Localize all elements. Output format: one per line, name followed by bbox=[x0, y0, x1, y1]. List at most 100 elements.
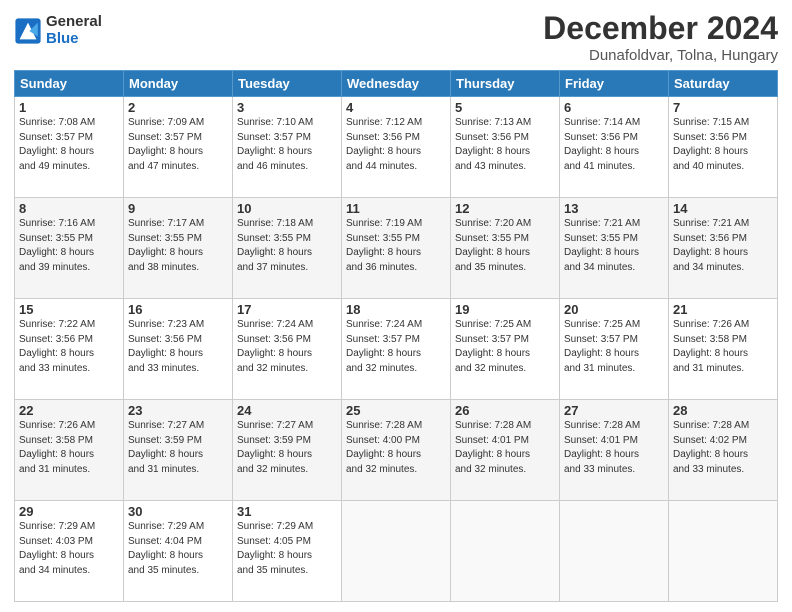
day-number: 9 bbox=[128, 201, 228, 216]
column-header-wednesday: Wednesday bbox=[342, 71, 451, 97]
calendar-header: SundayMondayTuesdayWednesdayThursdayFrid… bbox=[15, 71, 778, 97]
day-number: 31 bbox=[237, 504, 337, 519]
day-info: Sunrise: 7:09 AM Sunset: 3:57 PM Dayligh… bbox=[128, 116, 228, 174]
calendar-cell: 27Sunrise: 7:28 AM Sunset: 4:01 PM Dayli… bbox=[560, 400, 669, 501]
calendar-cell: 14Sunrise: 7:21 AM Sunset: 3:56 PM Dayli… bbox=[669, 198, 778, 299]
calendar-cell: 15Sunrise: 7:22 AM Sunset: 3:56 PM Dayli… bbox=[15, 299, 124, 400]
calendar-cell: 1Sunrise: 7:08 AM Sunset: 3:57 PM Daylig… bbox=[15, 97, 124, 198]
page-container: General Blue December 2024 Dunafoldvar, … bbox=[0, 0, 792, 612]
day-info: Sunrise: 7:25 AM Sunset: 3:57 PM Dayligh… bbox=[455, 318, 555, 376]
day-number: 30 bbox=[128, 504, 228, 519]
day-number: 28 bbox=[673, 403, 773, 418]
day-number: 15 bbox=[19, 302, 119, 317]
day-info: Sunrise: 7:10 AM Sunset: 3:57 PM Dayligh… bbox=[237, 116, 337, 174]
logo-text: General Blue bbox=[46, 14, 102, 47]
column-header-saturday: Saturday bbox=[669, 71, 778, 97]
day-number: 27 bbox=[564, 403, 664, 418]
page-title: December 2024 bbox=[543, 10, 778, 47]
day-info: Sunrise: 7:20 AM Sunset: 3:55 PM Dayligh… bbox=[455, 217, 555, 275]
day-info: Sunrise: 7:28 AM Sunset: 4:01 PM Dayligh… bbox=[564, 419, 664, 477]
day-number: 12 bbox=[455, 201, 555, 216]
day-number: 13 bbox=[564, 201, 664, 216]
day-number: 17 bbox=[237, 302, 337, 317]
day-info: Sunrise: 7:29 AM Sunset: 4:03 PM Dayligh… bbox=[19, 520, 119, 578]
day-info: Sunrise: 7:16 AM Sunset: 3:55 PM Dayligh… bbox=[19, 217, 119, 275]
calendar-cell: 3Sunrise: 7:10 AM Sunset: 3:57 PM Daylig… bbox=[233, 97, 342, 198]
day-number: 10 bbox=[237, 201, 337, 216]
calendar-cell: 25Sunrise: 7:28 AM Sunset: 4:00 PM Dayli… bbox=[342, 400, 451, 501]
day-number: 19 bbox=[455, 302, 555, 317]
day-info: Sunrise: 7:19 AM Sunset: 3:55 PM Dayligh… bbox=[346, 217, 446, 275]
day-info: Sunrise: 7:21 AM Sunset: 3:56 PM Dayligh… bbox=[673, 217, 773, 275]
calendar-cell bbox=[451, 501, 560, 602]
calendar-cell: 2Sunrise: 7:09 AM Sunset: 3:57 PM Daylig… bbox=[124, 97, 233, 198]
calendar-cell: 13Sunrise: 7:21 AM Sunset: 3:55 PM Dayli… bbox=[560, 198, 669, 299]
calendar-cell: 7Sunrise: 7:15 AM Sunset: 3:56 PM Daylig… bbox=[669, 97, 778, 198]
day-info: Sunrise: 7:18 AM Sunset: 3:55 PM Dayligh… bbox=[237, 217, 337, 275]
day-info: Sunrise: 7:22 AM Sunset: 3:56 PM Dayligh… bbox=[19, 318, 119, 376]
day-info: Sunrise: 7:24 AM Sunset: 3:57 PM Dayligh… bbox=[346, 318, 446, 376]
calendar-cell: 12Sunrise: 7:20 AM Sunset: 3:55 PM Dayli… bbox=[451, 198, 560, 299]
day-number: 18 bbox=[346, 302, 446, 317]
day-info: Sunrise: 7:28 AM Sunset: 4:01 PM Dayligh… bbox=[455, 419, 555, 477]
title-block: December 2024 Dunafoldvar, Tolna, Hungar… bbox=[543, 10, 778, 64]
calendar-cell bbox=[669, 501, 778, 602]
calendar-row: 29Sunrise: 7:29 AM Sunset: 4:03 PM Dayli… bbox=[15, 501, 778, 602]
day-info: Sunrise: 7:25 AM Sunset: 3:57 PM Dayligh… bbox=[564, 318, 664, 376]
calendar-cell bbox=[560, 501, 669, 602]
column-header-thursday: Thursday bbox=[451, 71, 560, 97]
header-row: SundayMondayTuesdayWednesdayThursdayFrid… bbox=[15, 71, 778, 97]
day-number: 2 bbox=[128, 100, 228, 115]
day-info: Sunrise: 7:21 AM Sunset: 3:55 PM Dayligh… bbox=[564, 217, 664, 275]
day-number: 11 bbox=[346, 201, 446, 216]
day-info: Sunrise: 7:27 AM Sunset: 3:59 PM Dayligh… bbox=[128, 419, 228, 477]
day-number: 22 bbox=[19, 403, 119, 418]
calendar-cell: 16Sunrise: 7:23 AM Sunset: 3:56 PM Dayli… bbox=[124, 299, 233, 400]
day-number: 20 bbox=[564, 302, 664, 317]
day-number: 25 bbox=[346, 403, 446, 418]
day-info: Sunrise: 7:23 AM Sunset: 3:56 PM Dayligh… bbox=[128, 318, 228, 376]
calendar-cell: 8Sunrise: 7:16 AM Sunset: 3:55 PM Daylig… bbox=[15, 198, 124, 299]
day-info: Sunrise: 7:17 AM Sunset: 3:55 PM Dayligh… bbox=[128, 217, 228, 275]
day-info: Sunrise: 7:26 AM Sunset: 3:58 PM Dayligh… bbox=[19, 419, 119, 477]
calendar-cell: 28Sunrise: 7:28 AM Sunset: 4:02 PM Dayli… bbox=[669, 400, 778, 501]
logo-icon bbox=[14, 17, 42, 45]
column-header-tuesday: Tuesday bbox=[233, 71, 342, 97]
day-info: Sunrise: 7:15 AM Sunset: 3:56 PM Dayligh… bbox=[673, 116, 773, 174]
logo-line2: Blue bbox=[46, 31, 102, 48]
calendar-cell: 23Sunrise: 7:27 AM Sunset: 3:59 PM Dayli… bbox=[124, 400, 233, 501]
column-header-monday: Monday bbox=[124, 71, 233, 97]
day-number: 8 bbox=[19, 201, 119, 216]
calendar-cell: 20Sunrise: 7:25 AM Sunset: 3:57 PM Dayli… bbox=[560, 299, 669, 400]
calendar-row: 8Sunrise: 7:16 AM Sunset: 3:55 PM Daylig… bbox=[15, 198, 778, 299]
day-info: Sunrise: 7:29 AM Sunset: 4:05 PM Dayligh… bbox=[237, 520, 337, 578]
day-info: Sunrise: 7:28 AM Sunset: 4:00 PM Dayligh… bbox=[346, 419, 446, 477]
calendar-cell: 4Sunrise: 7:12 AM Sunset: 3:56 PM Daylig… bbox=[342, 97, 451, 198]
day-number: 6 bbox=[564, 100, 664, 115]
logo-line1: General bbox=[46, 14, 102, 31]
column-header-friday: Friday bbox=[560, 71, 669, 97]
day-number: 16 bbox=[128, 302, 228, 317]
calendar-cell: 5Sunrise: 7:13 AM Sunset: 3:56 PM Daylig… bbox=[451, 97, 560, 198]
day-number: 14 bbox=[673, 201, 773, 216]
calendar-cell: 17Sunrise: 7:24 AM Sunset: 3:56 PM Dayli… bbox=[233, 299, 342, 400]
calendar-cell: 19Sunrise: 7:25 AM Sunset: 3:57 PM Dayli… bbox=[451, 299, 560, 400]
day-info: Sunrise: 7:13 AM Sunset: 3:56 PM Dayligh… bbox=[455, 116, 555, 174]
day-info: Sunrise: 7:29 AM Sunset: 4:04 PM Dayligh… bbox=[128, 520, 228, 578]
day-number: 7 bbox=[673, 100, 773, 115]
calendar-cell: 24Sunrise: 7:27 AM Sunset: 3:59 PM Dayli… bbox=[233, 400, 342, 501]
calendar-table: SundayMondayTuesdayWednesdayThursdayFrid… bbox=[14, 70, 778, 602]
calendar-cell: 30Sunrise: 7:29 AM Sunset: 4:04 PM Dayli… bbox=[124, 501, 233, 602]
day-number: 26 bbox=[455, 403, 555, 418]
calendar-cell: 6Sunrise: 7:14 AM Sunset: 3:56 PM Daylig… bbox=[560, 97, 669, 198]
calendar-row: 15Sunrise: 7:22 AM Sunset: 3:56 PM Dayli… bbox=[15, 299, 778, 400]
calendar-cell: 22Sunrise: 7:26 AM Sunset: 3:58 PM Dayli… bbox=[15, 400, 124, 501]
day-number: 21 bbox=[673, 302, 773, 317]
day-info: Sunrise: 7:24 AM Sunset: 3:56 PM Dayligh… bbox=[237, 318, 337, 376]
day-number: 3 bbox=[237, 100, 337, 115]
page-subtitle: Dunafoldvar, Tolna, Hungary bbox=[543, 47, 778, 64]
day-number: 23 bbox=[128, 403, 228, 418]
calendar-cell: 21Sunrise: 7:26 AM Sunset: 3:58 PM Dayli… bbox=[669, 299, 778, 400]
day-number: 24 bbox=[237, 403, 337, 418]
calendar-cell: 9Sunrise: 7:17 AM Sunset: 3:55 PM Daylig… bbox=[124, 198, 233, 299]
